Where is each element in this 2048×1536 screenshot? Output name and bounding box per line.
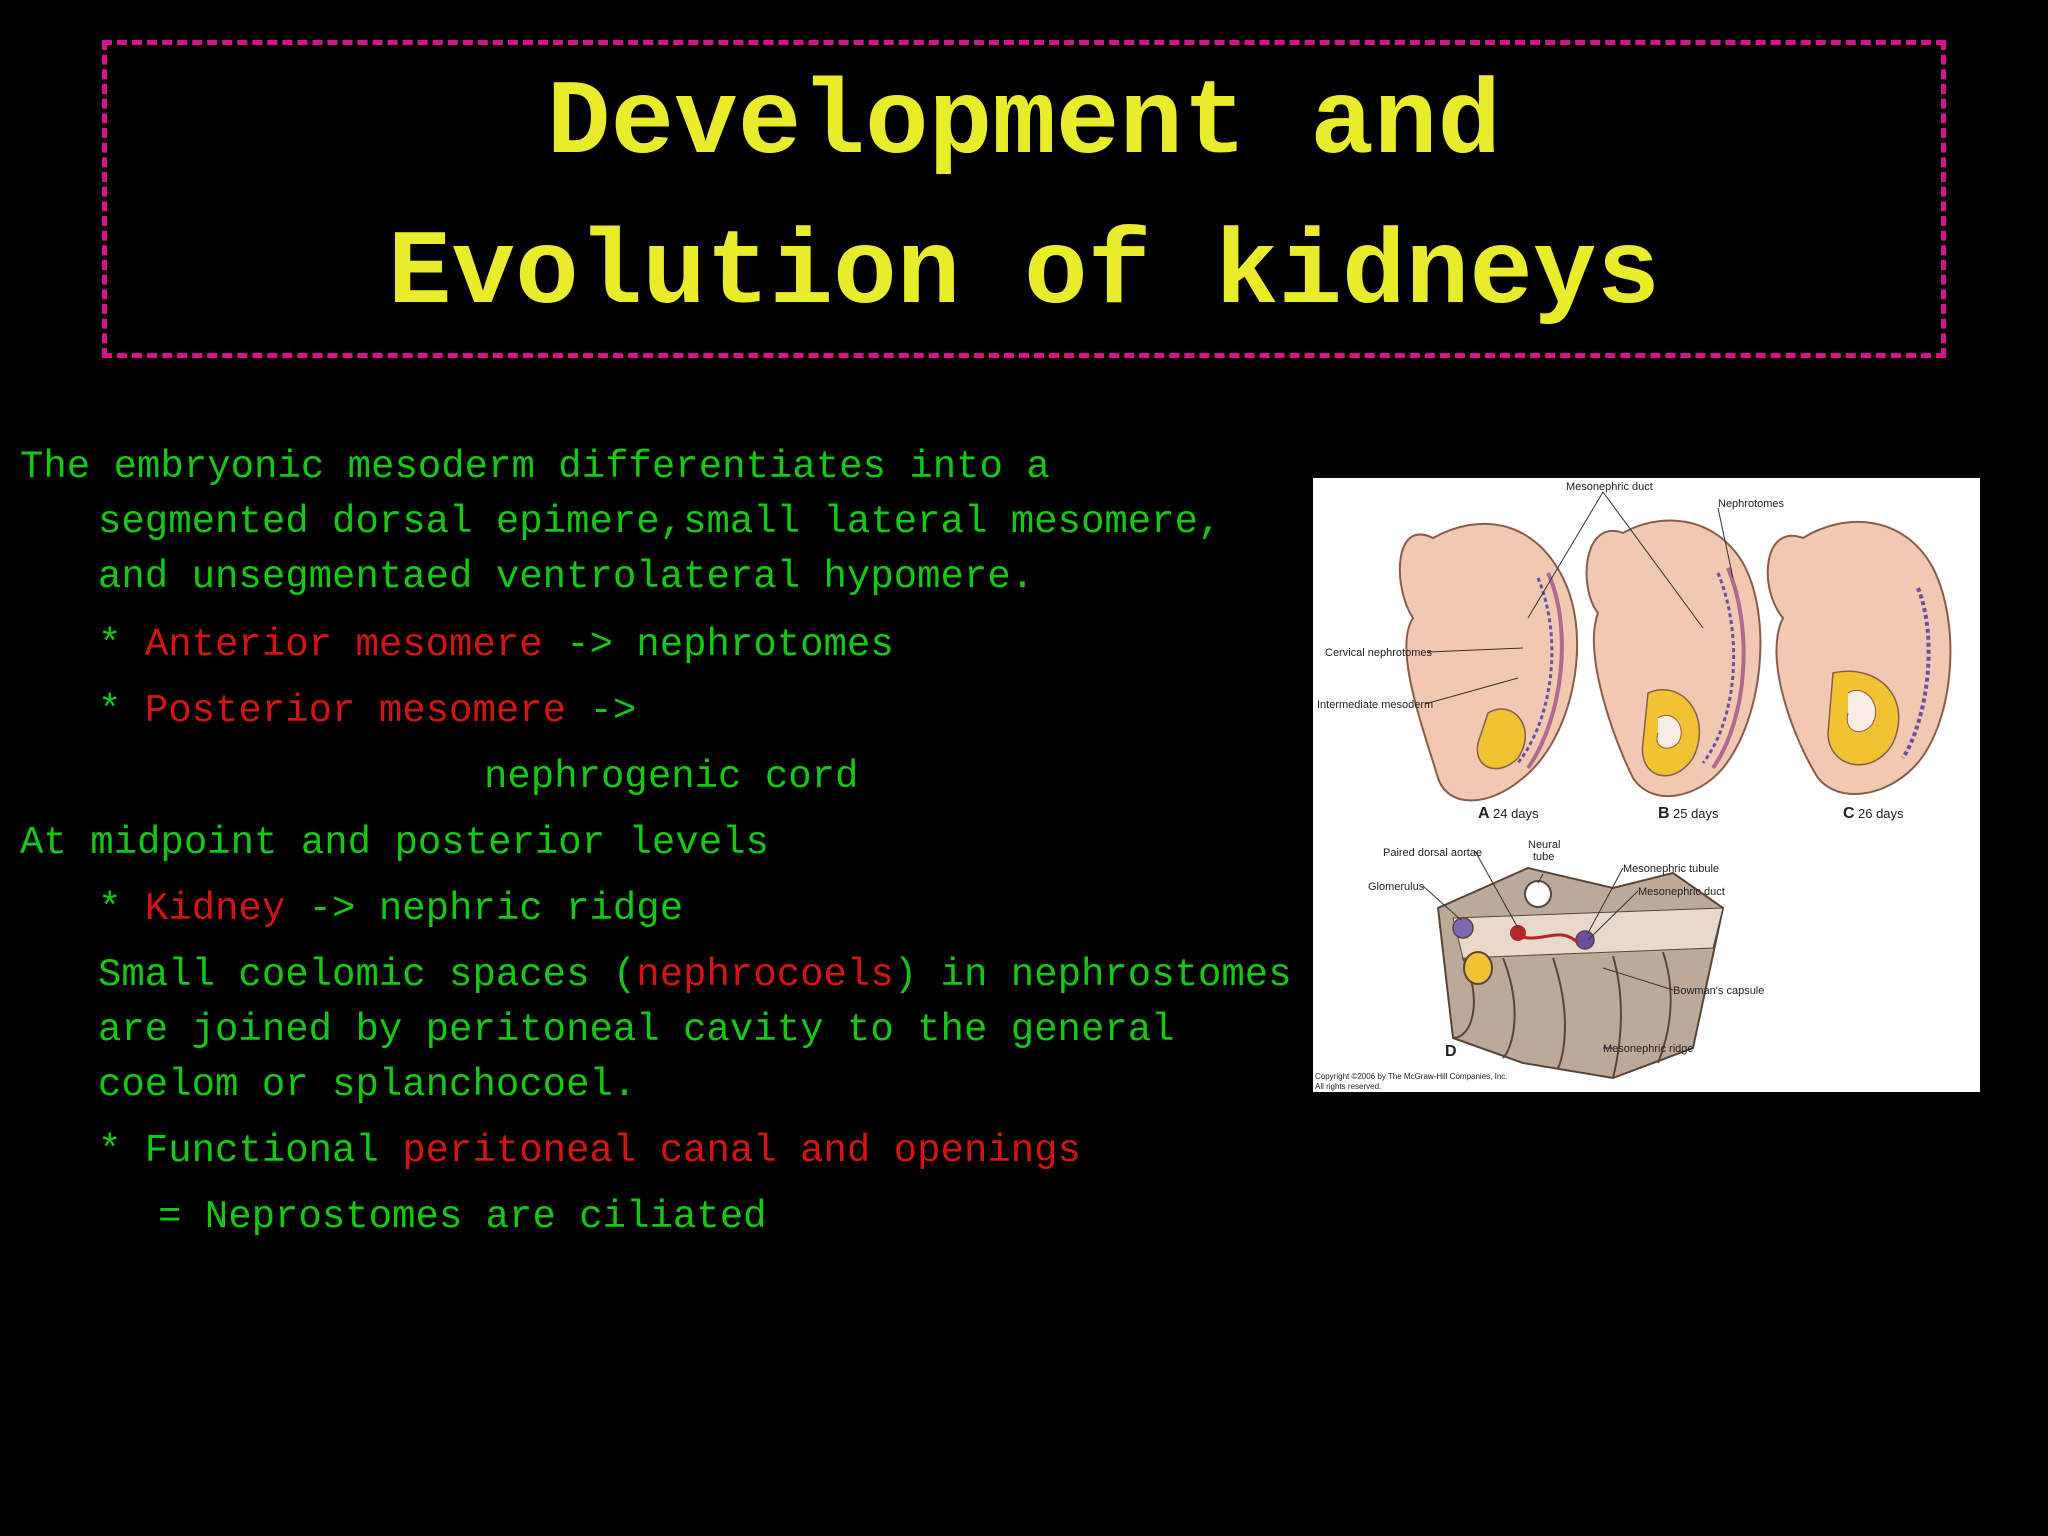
label-mesonephric-duct: Mesonephric duct: [1638, 886, 1725, 898]
bullet-functional: * Functional peritoneal canal and openin…: [20, 1124, 1320, 1179]
slide-body: The embryonic mesoderm differentiates in…: [20, 440, 1320, 1256]
figure-svg: Mesonephric duct Nephrotomes Cervical ne…: [1315, 481, 1952, 1091]
paragraph-midpoint: At midpoint and posterior levels: [20, 821, 769, 865]
bullet-rest: -> nephric ridge: [285, 887, 684, 931]
kidney-text: Kidney: [144, 887, 286, 931]
label-d-letter: D: [1445, 1043, 1457, 1060]
posterior-mesomere-text: Posterior mesomere: [144, 689, 567, 733]
label-c-days: 26 days: [1858, 806, 1904, 821]
bullet-rest: -> nephrotomes: [542, 623, 894, 667]
label-neural: Neural: [1528, 839, 1560, 851]
label-copyright-1: Copyright ©2006 by The McGraw-Hill Compa…: [1315, 1072, 1508, 1081]
bullet-star: *: [98, 887, 145, 931]
label-cervical-nephrotomes: Cervical nephrotomes: [1325, 647, 1432, 659]
paragraph-coelomic: Small coelomic spaces (nephrocoels) in n…: [20, 948, 1338, 1113]
embryo-b: [1585, 519, 1762, 798]
label-mesonephric-duct-top: Mesonephric duct: [1566, 481, 1653, 493]
label-bowmans-capsule: Bowman's capsule: [1673, 985, 1764, 997]
label-intermediate-mesoderm: Intermediate mesoderm: [1317, 699, 1433, 711]
label-c-letter: C: [1843, 805, 1855, 822]
label-mesonephric-ridge: Mesonephric ridge: [1603, 1043, 1694, 1055]
bullet-kidney: * Kidney -> nephric ridge: [20, 882, 1320, 937]
bullet-star: *: [98, 623, 145, 667]
paragraph-mesoderm: The embryonic mesoderm differentiates in…: [20, 445, 1222, 599]
bullet-anterior: * Anterior mesomere -> nephrotomes: [20, 618, 1320, 673]
embryo-a: [1398, 522, 1579, 802]
embryo-c: [1766, 520, 1952, 795]
embryo-kidney-figure: Mesonephric duct Nephrotomes Cervical ne…: [1313, 478, 1980, 1092]
title-box: Development and Evolution of kidneys: [102, 40, 1946, 358]
label-b-letter: B: [1658, 805, 1670, 822]
functional-text: * Functional: [98, 1129, 403, 1173]
coelomic-text-a: Small coelomic spaces (: [98, 953, 637, 997]
title-line-1: Development and: [546, 64, 1502, 184]
peritoneal-canal-text: peritoneal canal and openings: [402, 1129, 1081, 1173]
label-a-days: 24 days: [1493, 806, 1539, 821]
label-mesonephric-tubule: Mesonephric tubule: [1623, 863, 1719, 875]
label-b-days: 25 days: [1673, 806, 1719, 821]
label-a-letter: A: [1478, 805, 1490, 822]
bullet-star: *: [98, 689, 145, 733]
label-glomerulus: Glomerulus: [1368, 881, 1425, 893]
nephrogenic-cord-line: nephrogenic cord: [484, 755, 859, 799]
title-line-2: Evolution of kidneys: [387, 214, 1661, 334]
bullet-rest: ->: [566, 689, 637, 733]
ciliated-line: = Neprostomes are ciliated: [158, 1195, 767, 1239]
nephrocoels-text: nephrocoels: [636, 953, 894, 997]
label-copyright-2: All rights reserved.: [1315, 1082, 1381, 1091]
label-nephrotomes: Nephrotomes: [1718, 498, 1785, 510]
anterior-mesomere-text: Anterior mesomere: [144, 623, 543, 667]
label-tube: tube: [1533, 851, 1554, 863]
bullet-posterior: * Posterior mesomere ->: [20, 684, 1320, 739]
label-paired-dorsal-aortae: Paired dorsal aortae: [1383, 847, 1482, 859]
